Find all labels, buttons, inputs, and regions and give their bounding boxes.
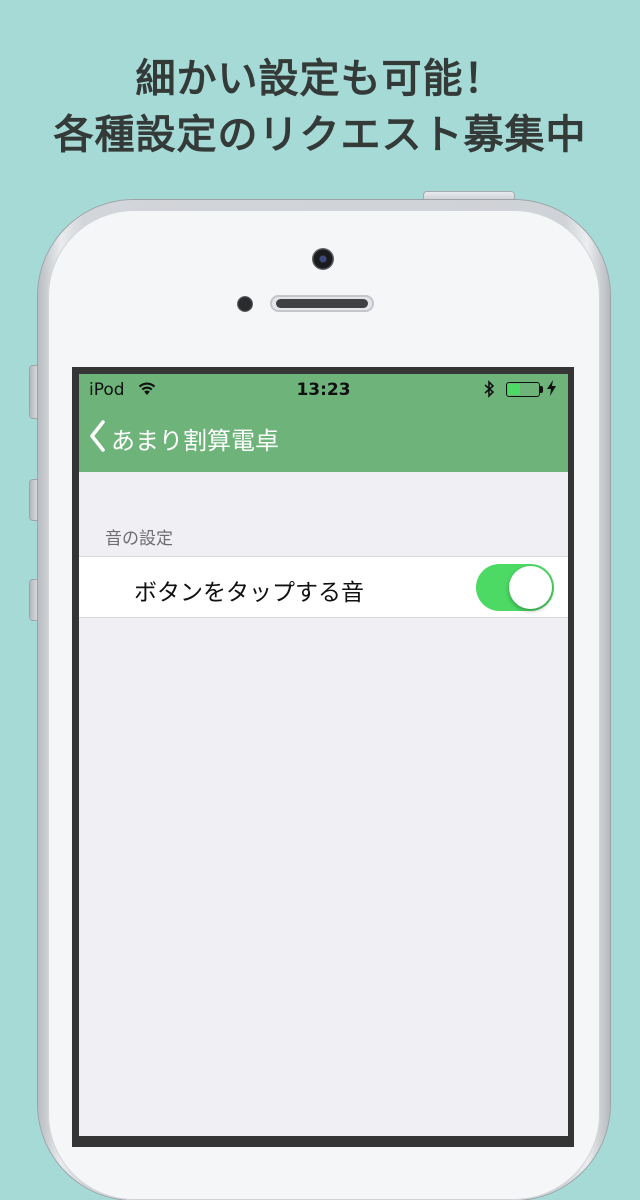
battery-icon bbox=[506, 382, 540, 397]
charging-icon bbox=[547, 380, 556, 400]
app-screen: iPod 13:23 あまり割算電卓 音の設定 ボタンをタップする音 bbox=[79, 374, 568, 1136]
bluetooth-icon bbox=[483, 380, 495, 403]
back-button[interactable]: あまり割算電卓 bbox=[89, 416, 279, 460]
tap-sound-label: ボタンをタップする音 bbox=[134, 580, 364, 606]
front-camera bbox=[312, 248, 334, 270]
navigation-bar: あまり割算電卓 bbox=[79, 406, 568, 472]
promo-headline-line2: 各種設定のリクエスト募集中 bbox=[53, 112, 587, 158]
back-button-label: あまり割算電卓 bbox=[111, 426, 279, 455]
section-header-sound: 音の設定 bbox=[105, 529, 173, 549]
chevron-left-icon bbox=[89, 420, 105, 456]
settings-row-tap-sound: ボタンをタップする音 bbox=[79, 556, 568, 618]
earpiece-speaker bbox=[270, 295, 374, 312]
toggle-knob bbox=[509, 566, 552, 609]
promo-headline-line1: 細かい設定も可能！ bbox=[135, 56, 505, 102]
battery-cap bbox=[540, 386, 543, 393]
tap-sound-toggle[interactable] bbox=[476, 564, 554, 611]
proximity-sensor bbox=[237, 296, 253, 312]
battery-level bbox=[508, 384, 520, 395]
status-bar: iPod 13:23 bbox=[79, 374, 568, 406]
